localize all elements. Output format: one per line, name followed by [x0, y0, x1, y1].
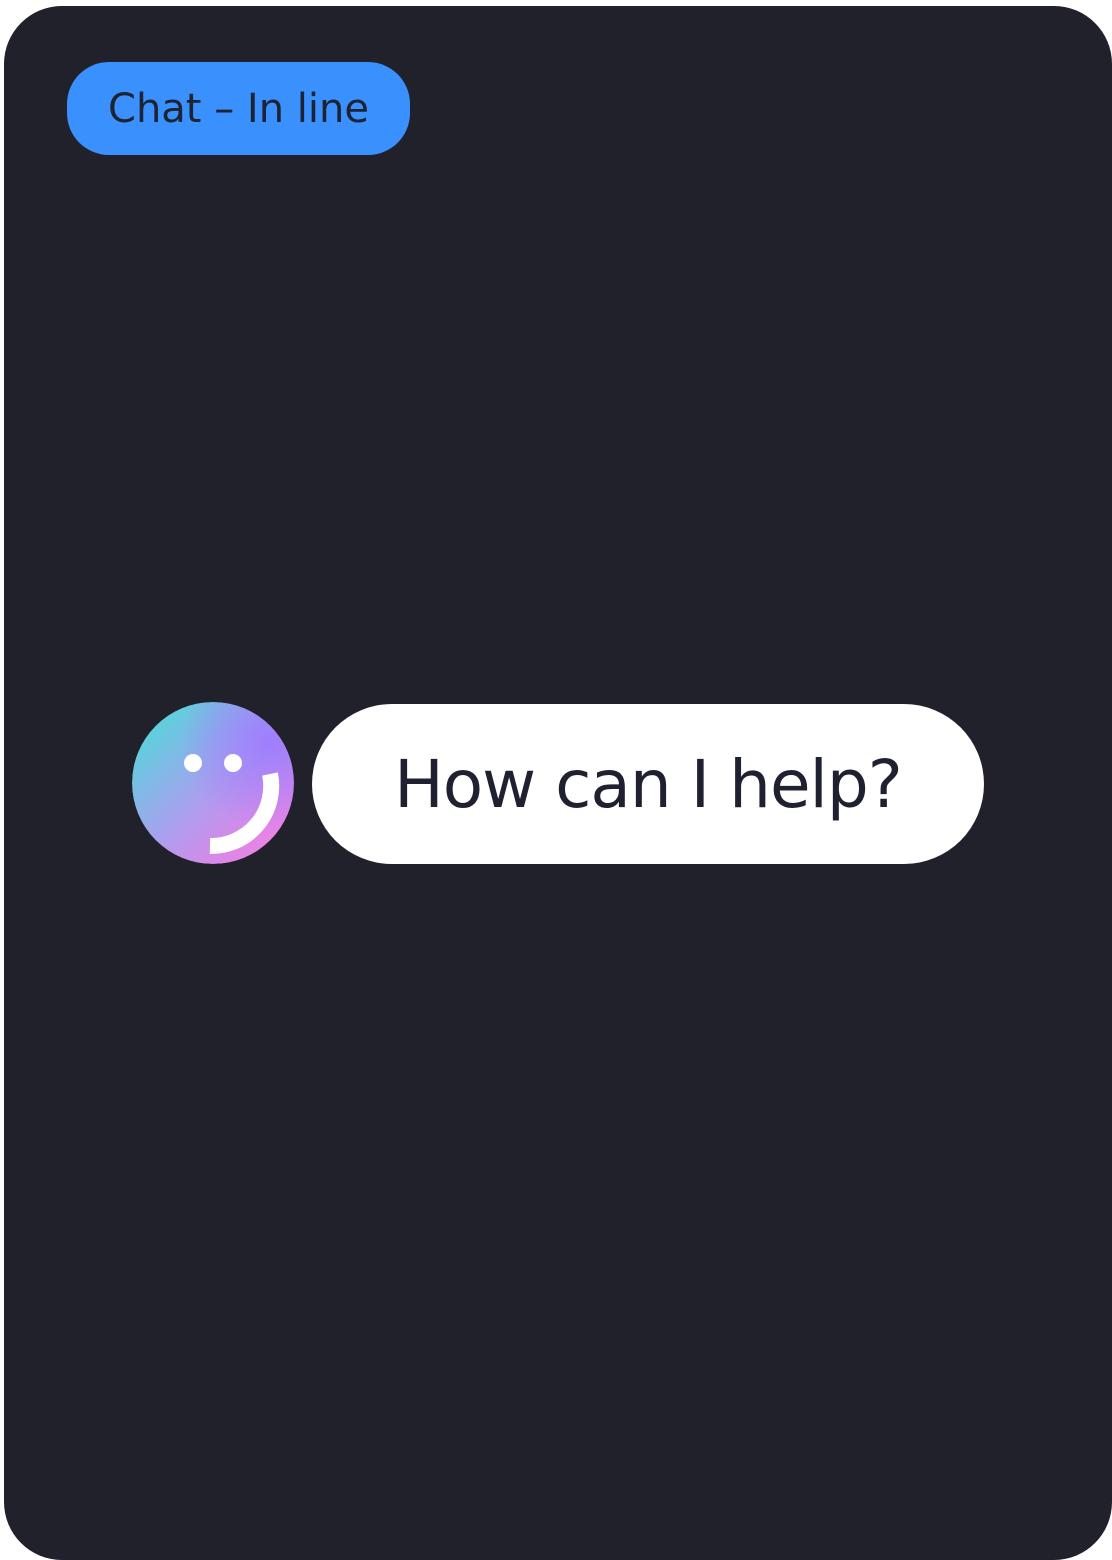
assistant-avatar	[132, 702, 294, 864]
smiley-face-icon	[132, 702, 294, 864]
chat-card: Chat – In line How can I help?	[4, 6, 1112, 1560]
chat-inline-tag: Chat – In line	[67, 62, 410, 155]
assistant-message-bubble: How can I help?	[312, 704, 984, 864]
